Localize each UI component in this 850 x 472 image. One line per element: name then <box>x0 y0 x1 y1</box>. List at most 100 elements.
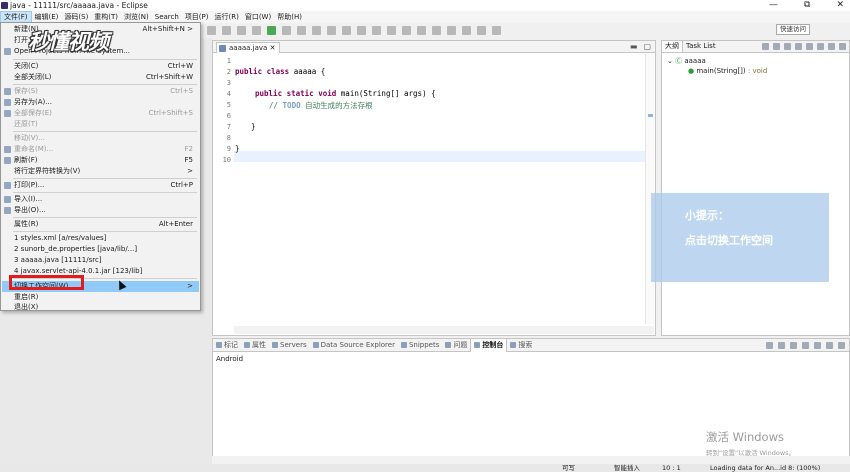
outline-view: 大纲 Task List ⌄ Ⓒ aaaaa ● main(String[]) … <box>661 40 850 336</box>
task-marker[interactable] <box>648 114 653 117</box>
menu-separator <box>13 84 197 85</box>
menu-item-import[interactable]: 导入(I)... <box>2 194 199 205</box>
minimize-icon[interactable]: ▬ <box>630 42 638 52</box>
menu-window[interactable]: 窗口(W) <box>242 11 274 23</box>
minimize-icon[interactable] <box>828 43 835 50</box>
menu-item-properties[interactable]: 属性(R) Alt+Enter <box>2 219 199 230</box>
menu-item-convert-line-delimiters[interactable]: 将行定界符转换为(V) > <box>2 166 199 177</box>
close-icon[interactable]: ✕ <box>270 44 276 52</box>
save-all-icon <box>4 110 11 117</box>
tab-markers[interactable]: 标记 <box>213 339 241 352</box>
menu-item-close[interactable]: 关闭(C) Ctrl+W <box>2 61 199 72</box>
maximize-icon[interactable] <box>838 342 845 349</box>
view-menu-icon[interactable] <box>817 43 824 50</box>
toolbar-icon[interactable] <box>327 26 336 35</box>
toolbar-icon[interactable] <box>237 26 246 35</box>
menu-item-refresh[interactable]: 刷新(F) F5 <box>2 155 199 166</box>
outline-class-node[interactable]: ⌄ Ⓒ aaaaa <box>667 56 706 66</box>
tab-servers[interactable]: Servers <box>269 339 310 352</box>
outline-method-node[interactable]: ● main(String[]) : void <box>688 67 767 75</box>
toolbar-icon[interactable] <box>282 26 291 35</box>
menu-item-save-all[interactable]: 全部保存(E) Ctrl+Shift+S <box>2 108 199 119</box>
tab-data-source-explorer[interactable]: Data Source Explorer <box>310 339 398 352</box>
tab-search[interactable]: 搜索 <box>507 339 535 352</box>
filter-icon[interactable] <box>773 43 780 50</box>
display-console-icon[interactable] <box>802 342 809 349</box>
close-button[interactable]: ✕ <box>836 0 844 11</box>
menu-item-recent-2[interactable]: 2 sunorb_de.properties [java/lib/...] <box>2 244 199 255</box>
line-number: 7 <box>226 123 231 131</box>
outline-tab-bar: 大纲 Task List <box>662 41 849 53</box>
toolbar-icon[interactable] <box>432 26 441 35</box>
debug-icon[interactable] <box>252 26 261 35</box>
line-number: 8 <box>226 134 231 142</box>
menu-item-recent-1[interactable]: 1 styles.xml [a/res/values] <box>2 233 199 244</box>
method-name: main(String[]) <box>696 67 746 75</box>
toolbar-icon[interactable] <box>342 26 351 35</box>
tip-box: 小提示： 点击切换工作空间 <box>651 193 829 282</box>
file-menu: 新建(N) Alt+Shift+N > 打开文 Open Projects fro… <box>0 22 201 311</box>
tab-aaaaa-java[interactable]: aaaaa.java ✕ <box>216 42 281 53</box>
menu-item-exit[interactable]: 退出(X) <box>2 303 199 311</box>
menu-help[interactable]: 帮助(H) <box>274 11 305 23</box>
toolbar-icon[interactable] <box>207 26 216 35</box>
toolbar-icon[interactable] <box>447 26 456 35</box>
run-icon[interactable] <box>267 26 276 35</box>
minimize-button[interactable]: — <box>769 0 778 11</box>
console-scrollbar[interactable] <box>212 456 850 464</box>
editor-view-controls: ▬ ▢ <box>630 42 651 52</box>
toolbar-icon[interactable] <box>387 26 396 35</box>
menu-item-rename[interactable]: 重命名(M)... F2 <box>2 144 199 155</box>
code-editor[interactable]: aaaaa.java ✕ ▬ ▢ 1 2 3 4 5 6 7 8 9 10 pu… <box>212 40 656 336</box>
horizontal-scrollbar[interactable] <box>234 326 654 334</box>
menu-run[interactable]: 运行(R) <box>212 11 242 23</box>
maximize-button[interactable]: ⧉ <box>804 0 810 11</box>
sort-icon[interactable] <box>762 43 769 50</box>
toolbar-icon[interactable] <box>417 26 426 35</box>
menu-item-close-all[interactable]: 全部关闭(L) Ctrl+Shift+W <box>2 72 199 83</box>
clear-console-icon[interactable] <box>766 342 773 349</box>
java-file-icon <box>219 45 226 52</box>
toolbar-icon[interactable] <box>297 26 306 35</box>
menu-item-save[interactable]: 保存(S) Ctrl+S <box>2 86 199 97</box>
menu-item-export[interactable]: 导出(O)... <box>2 205 199 216</box>
line-number: 10 <box>222 156 231 164</box>
tab-snippets[interactable]: Snippets <box>398 339 442 352</box>
toolbar-icon[interactable] <box>402 26 411 35</box>
tab-outline[interactable]: 大纲 <box>662 41 683 52</box>
scroll-lock-icon[interactable] <box>778 342 785 349</box>
hide-static-icon[interactable] <box>795 43 802 50</box>
menu-separator <box>13 131 197 132</box>
pin-icon[interactable] <box>790 342 797 349</box>
forward-arrow-icon[interactable] <box>492 26 501 35</box>
tab-task-list[interactable]: Task List <box>683 41 719 52</box>
menu-separator <box>13 217 197 218</box>
tab-problems[interactable]: 问题 <box>442 339 470 352</box>
menu-item-recent-3[interactable]: 3 aaaaa.java [11111/src] <box>2 255 199 266</box>
line-number: 3 <box>226 79 231 87</box>
menu-item-print[interactable]: 打印(P)... Ctrl+P <box>2 180 199 191</box>
tab-console[interactable]: 控制台 <box>470 338 508 352</box>
back-arrow-icon[interactable] <box>477 26 486 35</box>
maximize-icon[interactable]: ▢ <box>643 42 651 52</box>
chevron-down-icon[interactable]: ⌄ <box>667 57 675 65</box>
toolbar-icon[interactable] <box>312 26 321 35</box>
menu-item-move[interactable]: 移动(V)... <box>2 133 199 144</box>
toolbar-icon[interactable] <box>462 26 471 35</box>
open-console-icon[interactable] <box>814 342 821 349</box>
menu-item-restart[interactable]: 重启(R) <box>2 292 199 303</box>
hide-fields-icon[interactable] <box>784 43 791 50</box>
toolbar-icon[interactable] <box>372 26 381 35</box>
minimize-icon[interactable] <box>826 342 833 349</box>
hide-nonpublic-icon[interactable] <box>806 43 813 50</box>
toolbar-icon[interactable] <box>222 26 231 35</box>
tab-properties[interactable]: 属性 <box>241 339 269 352</box>
print-icon <box>4 182 11 189</box>
quick-access-input[interactable]: 快速访问 <box>776 24 810 35</box>
status-cursor-position: 10 : 1 <box>662 464 681 472</box>
toolbar-icon[interactable] <box>357 26 366 35</box>
maximize-icon[interactable] <box>839 43 846 50</box>
activate-subtitle: 转到"设置"以激活 Windows。 <box>706 449 796 457</box>
menu-item-save-as[interactable]: 另存为(A)... <box>2 97 199 108</box>
menu-item-revert[interactable]: 还原(T) <box>2 119 199 130</box>
